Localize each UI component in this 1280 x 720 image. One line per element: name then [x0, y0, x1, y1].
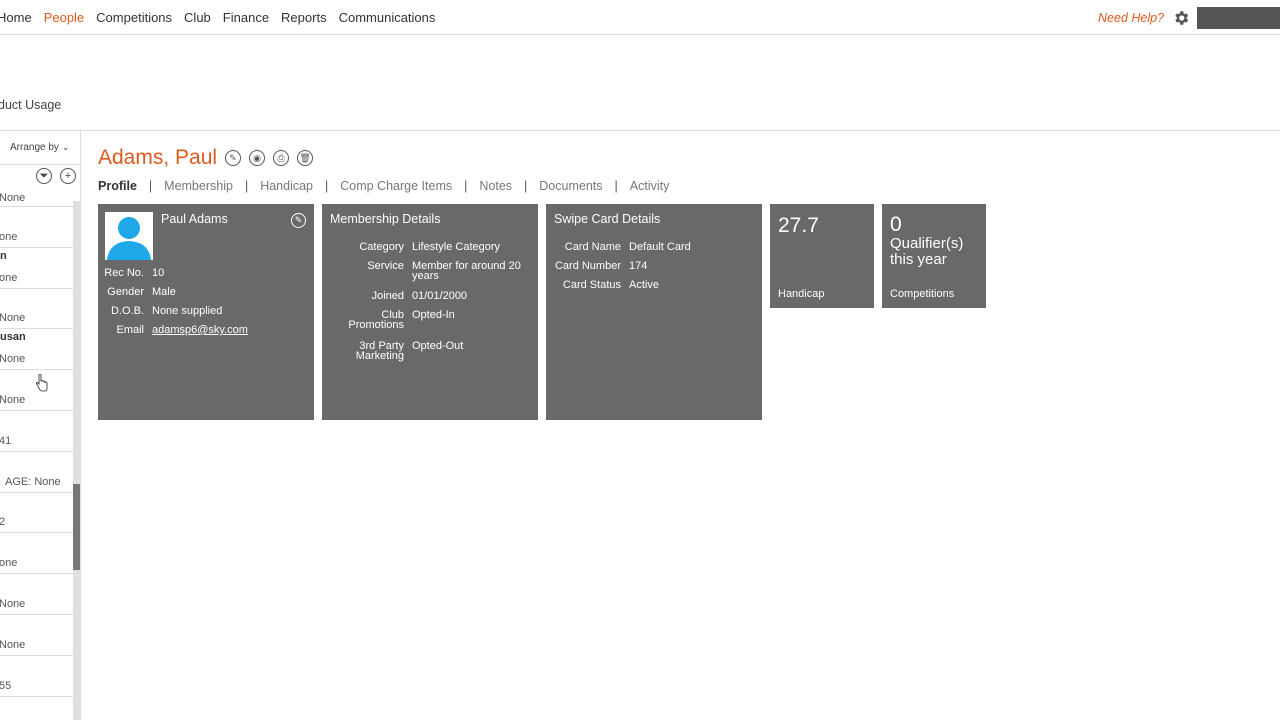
handicap-tile[interactable]: 27.7 Handicap — [770, 204, 874, 308]
edit-icon[interactable]: ✎ — [291, 213, 306, 228]
divider — [0, 130, 1280, 131]
club-promotions-row: Club Promotions Opted-In — [348, 309, 455, 331]
tab-separator: | — [148, 179, 153, 193]
tab-documents[interactable]: Documents — [539, 179, 602, 193]
tab-membership[interactable]: Membership — [164, 179, 233, 193]
handicap-value: 27.7 — [778, 214, 819, 237]
handicap-label: Handicap — [778, 288, 825, 300]
sidebar-scrollbar-thumb[interactable] — [73, 484, 80, 570]
list-item[interactable]: None — [0, 574, 73, 615]
top-navigation: Home People Competitions Club Finance Re… — [0, 0, 1280, 35]
tab-separator: | — [325, 179, 329, 193]
profile-header: Adams, Paul ✎ ◉ ⎙ 🗑 — [98, 146, 314, 170]
third-party-marketing-row: 3rd Party Marketing Opted-Out — [355, 340, 464, 362]
tab-separator: | — [524, 179, 528, 193]
gender-row: Gender Male — [107, 286, 176, 298]
menu-competitions[interactable]: Competitions — [96, 10, 172, 25]
email-link[interactable]: adamsp6@sky.com — [152, 325, 248, 336]
profile-tabs: Profile | Membership | Handicap | Comp Char… — [98, 179, 669, 193]
person-card: Paul Adams ✎ Rec No. 10 Gender Male D.O.B.… — [98, 204, 314, 420]
swipe-card-title: Swipe Card Details — [554, 212, 661, 226]
print-icon[interactable]: ⎙ — [273, 150, 290, 166]
list-item[interactable]: one — [0, 207, 73, 248]
tab-profile[interactable]: Profile — [98, 179, 137, 193]
chevron-down-icon: ⌄ — [61, 142, 70, 152]
tab-separator: | — [244, 179, 249, 193]
card-status-row: Card Status Active — [562, 279, 659, 291]
swipe-card: Swipe Card Details Card Name Default Card… — [546, 204, 762, 420]
list-item[interactable]: 2 — [0, 493, 73, 534]
rec-no-row: Rec No. 10 — [104, 267, 165, 279]
membership-card: Membership Details Category Lifestyle Cat… — [322, 204, 538, 420]
qualifiers-count: 0 — [890, 213, 902, 236]
card-number-row: Card Number 174 — [554, 260, 648, 272]
edit-icon[interactable]: ✎ — [225, 150, 242, 166]
menu-club[interactable]: Club — [184, 10, 211, 25]
tab-separator: | — [464, 179, 468, 193]
card-name-row: Card Name Default Card — [564, 241, 691, 253]
list-item[interactable]: AGE: None — [0, 452, 73, 493]
tab-handicap[interactable]: Handicap — [260, 179, 313, 193]
arrange-by-dropdown[interactable]: Arrange by ⌄ — [10, 142, 69, 153]
sidebar-scrollbar-track[interactable] — [73, 201, 80, 720]
menu-communications[interactable]: Communications — [339, 10, 436, 25]
tab-activity[interactable]: Activity — [630, 179, 670, 193]
competitions-tile[interactable]: 0 Qualifier(s) this year Competitions — [882, 204, 986, 308]
list-item[interactable]: None — [0, 187, 73, 207]
add-icon[interactable]: + — [60, 168, 76, 184]
menu-people[interactable]: People — [44, 10, 84, 25]
tab-separator: | — [614, 179, 618, 193]
list-item[interactable]: n one — [0, 248, 73, 289]
service-row: Service Member for around 20 years — [367, 260, 521, 282]
list-item[interactable]: None — [0, 615, 73, 656]
menu-finance[interactable]: Finance — [223, 10, 269, 25]
tab-notes[interactable]: Notes — [479, 179, 512, 193]
settings-gear-icon[interactable] — [1172, 9, 1190, 27]
email-row: Email adamsp6@sky.com — [116, 324, 248, 336]
product-usage-heading: duct Usage — [0, 98, 62, 112]
people-sidebar: Arrange by ⌄ ⏷ + None one n one None usan N… — [0, 131, 81, 720]
divider — [0, 164, 80, 165]
need-help-link[interactable]: Need Help? — [1098, 11, 1164, 25]
dob-row: D.O.B. None supplied — [110, 305, 223, 317]
list-item[interactable]: None — [0, 289, 73, 330]
main-menu: Home People Competitions Club Finance Re… — [0, 10, 435, 25]
profile-content: Adams, Paul ✎ ◉ ⎙ 🗑 Profile | Membership |… — [98, 146, 669, 193]
category-row: Category Lifestyle Category — [359, 241, 501, 253]
arrange-by-label: Arrange by — [10, 142, 59, 153]
hand-cursor-icon — [36, 374, 48, 392]
user-avatar-icon — [105, 212, 153, 260]
membership-card-title: Membership Details — [330, 212, 441, 226]
joined-row: Joined 01/01/2000 — [371, 290, 468, 302]
list-item[interactable]: one — [0, 533, 73, 575]
member-name: Adams, Paul — [98, 146, 218, 169]
people-list: None one n one None usan None None 41 AGE:… — [0, 187, 73, 697]
list-item[interactable]: usan None — [0, 329, 73, 371]
qualifiers-text: Qualifier(s) this year — [890, 235, 964, 268]
camera-icon[interactable]: ◉ — [249, 150, 266, 166]
filter-icon[interactable]: ⏷ — [36, 168, 52, 184]
menu-home[interactable]: Home — [0, 10, 32, 25]
menu-reports[interactable]: Reports — [281, 10, 327, 25]
list-item[interactable]: 41 — [0, 411, 73, 452]
tab-comp-charge-items[interactable]: Comp Charge Items — [340, 179, 452, 193]
list-item[interactable]: 55 — [0, 656, 73, 697]
delete-icon[interactable]: 🗑 — [297, 150, 314, 166]
user-account-box[interactable] — [1197, 7, 1280, 29]
competitions-label: Competitions — [890, 288, 955, 300]
qualifiers-block: 0 Qualifier(s) this year — [890, 214, 980, 268]
person-full-name: Paul Adams — [161, 212, 228, 226]
